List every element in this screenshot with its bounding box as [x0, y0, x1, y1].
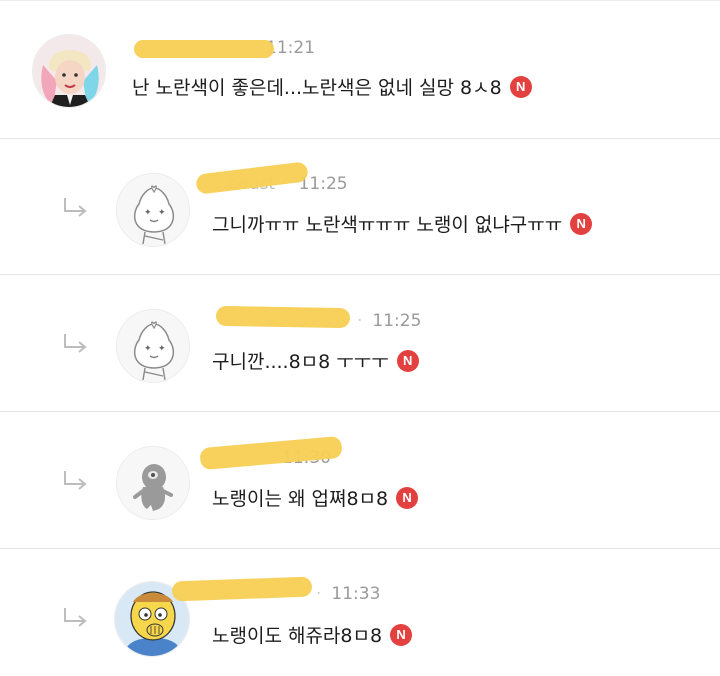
- svg-text:✦: ✦: [144, 344, 152, 354]
- comment-text-row: 그니까ㅠㅠ 노란색ㅠㅠㅠ 노랭이 없냐구ㅠㅠ N: [212, 210, 593, 237]
- reply-arrow-icon: [64, 608, 87, 627]
- apeach-sketch-avatar-icon: ✦ ✦: [117, 310, 189, 382]
- comment-item: 11:30 노랭이는 왜 업쪄8ㅁ8 N: [0, 412, 720, 549]
- svg-text:✦: ✦: [144, 208, 152, 218]
- comment-text-row: 노랭이는 왜 업쪄8ㅁ8 N: [212, 484, 419, 511]
- gray-figure-avatar-icon: [117, 447, 189, 519]
- redaction-scribble: [134, 40, 274, 58]
- comment-text-row: 난 노란색이 좋은데...노란색은 없네 실망 8ㅅ8 N: [132, 73, 532, 100]
- svg-text:✦: ✦: [158, 208, 166, 218]
- meta-separator: ·: [316, 584, 322, 604]
- comment-text-row: 노랭이도 해쥬라8ㅁ8 N: [212, 621, 413, 648]
- comment-item: ✦ ✦ beast·11:25 그니까ㅠㅠ 노란색ㅠㅠㅠ 노랭이 없냐구ㅠㅠ N: [0, 139, 720, 275]
- comment-text: 노랭이도 해쥬라8ㅁ8: [212, 625, 383, 647]
- new-badge-icon: N: [509, 75, 532, 98]
- comment-item: 11:21 난 노란색이 좋은데...노란색은 없네 실망 8ㅅ8 N: [0, 0, 720, 139]
- svg-text:✦: ✦: [158, 344, 166, 354]
- redaction-scribble: [215, 305, 351, 329]
- comment-item: ✦ ✦ · 11:25 구니깐....8ㅁ8 ㅜㅜㅜ N: [0, 275, 720, 412]
- avatar[interactable]: [116, 446, 190, 520]
- avatar[interactable]: [32, 34, 106, 108]
- avatar[interactable]: ✦ ✦: [116, 309, 190, 383]
- meta-separator: ·: [357, 311, 363, 331]
- new-badge-icon: N: [396, 349, 419, 372]
- reply-arrow-icon: [64, 471, 87, 490]
- reply-arrow-icon: [64, 334, 87, 353]
- new-badge-icon: N: [390, 623, 413, 646]
- reply-arrow-icon: [64, 198, 87, 217]
- comment-text: 그니까ㅠㅠ 노란색ㅠㅠㅠ 노랭이 없냐구ㅠㅠ: [212, 214, 563, 236]
- comment-item: · 11:33 노랭이도 해쥬라8ㅁ8 N: [0, 549, 720, 676]
- comment-text-row: 구니깐....8ㅁ8 ㅜㅜㅜ N: [212, 347, 419, 374]
- timestamp: 11:33: [331, 584, 381, 604]
- timestamp: 11:25: [372, 311, 422, 331]
- harley-quinn-avatar-icon: [33, 35, 105, 107]
- apeach-sketch-avatar-icon: ✦ ✦: [117, 174, 189, 246]
- comment-text: 난 노란색이 좋은데...노란색은 없네 실망 8ㅅ8: [132, 77, 502, 99]
- avatar[interactable]: ✦ ✦: [116, 173, 190, 247]
- comment-text: 구니깐....8ㅁ8 ㅜㅜㅜ: [212, 351, 389, 373]
- new-badge-icon: N: [570, 212, 593, 235]
- new-badge-icon: N: [396, 486, 419, 509]
- comment-text: 노랭이는 왜 업쪄8ㅁ8: [212, 488, 389, 510]
